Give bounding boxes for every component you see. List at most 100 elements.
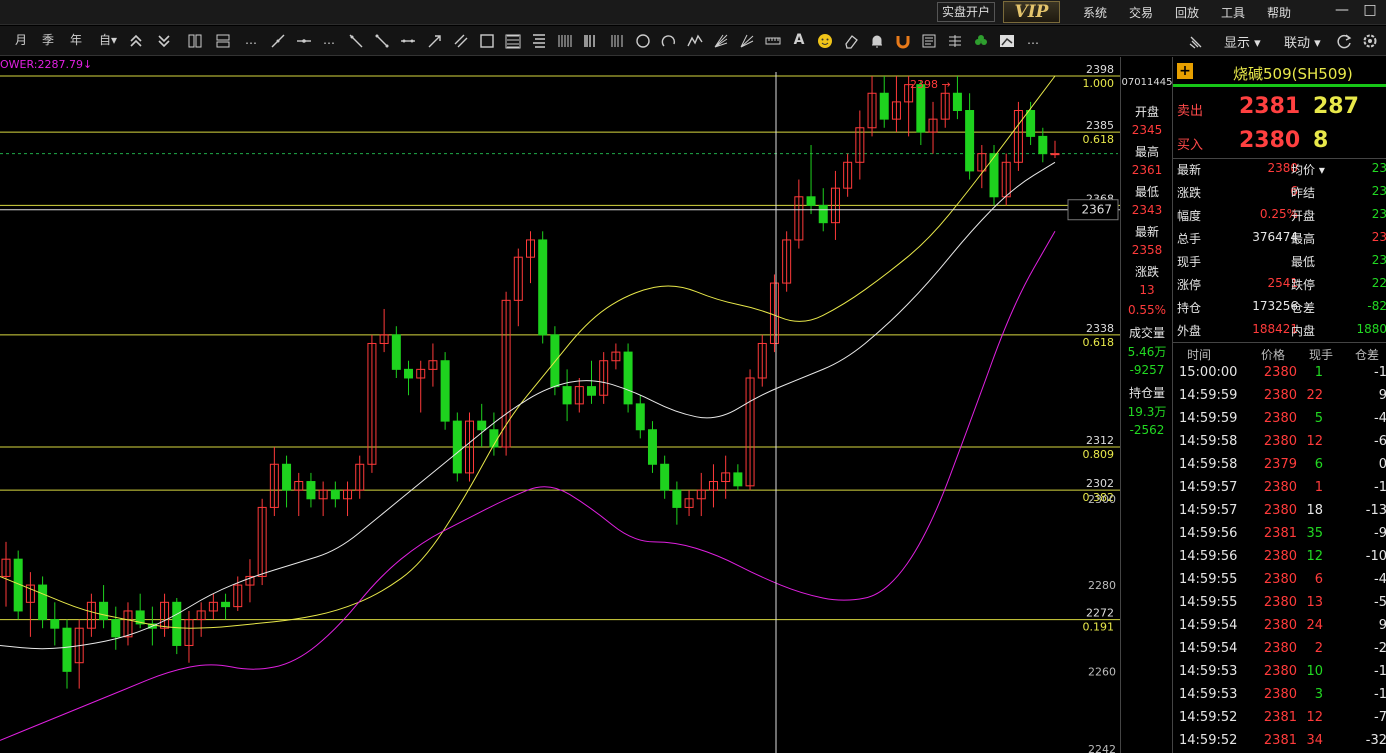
tick-time: 14:59:53 bbox=[1179, 664, 1238, 679]
fib-retracement-icon[interactable] bbox=[505, 32, 521, 50]
open-account-button[interactable]: 实盘开户 bbox=[937, 2, 995, 22]
stat-value: 23 bbox=[1371, 184, 1386, 198]
candle-body bbox=[623, 351, 633, 405]
candle-body bbox=[99, 601, 109, 621]
tick-oi-change: -13 bbox=[1365, 503, 1386, 518]
vip-button[interactable]: VIP bbox=[1003, 1, 1060, 23]
fib-time-icon[interactable] bbox=[583, 32, 599, 50]
segment-tool-icon[interactable] bbox=[374, 32, 390, 50]
tick-time: 14:59:53 bbox=[1179, 687, 1238, 702]
tick-volume: 6 bbox=[1314, 572, 1323, 587]
candle-body bbox=[306, 481, 316, 500]
refresh-icon[interactable] bbox=[1336, 32, 1352, 50]
tick-oi-change: -9 bbox=[1374, 526, 1386, 541]
period-month[interactable]: 月 bbox=[14, 32, 28, 50]
candlestick-chart[interactable]: 23981.00023850.61823680.80923380.6182312… bbox=[0, 57, 1120, 753]
wave-tool-icon[interactable] bbox=[687, 32, 703, 50]
tick-time: 14:59:59 bbox=[1179, 411, 1238, 426]
period-year[interactable]: 年 bbox=[69, 32, 83, 50]
menu-tools[interactable]: 工具 bbox=[1221, 4, 1245, 21]
tick-price: 2380 bbox=[1263, 595, 1297, 610]
candle-body bbox=[952, 92, 962, 112]
rectangle-tool-icon[interactable] bbox=[479, 32, 495, 50]
more-icon[interactable]: … bbox=[244, 32, 258, 50]
image-annotate-icon[interactable] bbox=[999, 32, 1015, 50]
emoji-icon[interactable] bbox=[817, 32, 833, 50]
bid-quote: 买入 2380 8 bbox=[1173, 125, 1386, 159]
dual-row-icon[interactable] bbox=[215, 32, 231, 50]
broom-icon[interactable] bbox=[1188, 32, 1204, 50]
dual-column-icon[interactable] bbox=[187, 32, 203, 50]
info-item: 2343 bbox=[1131, 203, 1163, 217]
notes-icon[interactable] bbox=[921, 32, 937, 50]
more-icon[interactable]: … bbox=[1026, 32, 1040, 50]
circle-tool-icon[interactable] bbox=[635, 32, 651, 50]
ruler-icon[interactable] bbox=[765, 32, 781, 50]
extended-line-icon[interactable] bbox=[400, 32, 416, 50]
menu-replay[interactable]: 回放 bbox=[1175, 4, 1199, 21]
gann-lines-icon[interactable] bbox=[609, 32, 625, 50]
clover-icon[interactable] bbox=[973, 32, 989, 50]
settings-icon[interactable] bbox=[1362, 32, 1378, 50]
fib-price-label: 2338 bbox=[1086, 322, 1114, 335]
tick-time: 14:59:59 bbox=[1179, 388, 1238, 403]
chevrons-up-icon[interactable] bbox=[128, 32, 144, 50]
candle-body bbox=[50, 619, 60, 629]
candle-body bbox=[562, 386, 572, 405]
tick-row: 14:59:58 2380 12 -6 bbox=[1173, 434, 1386, 457]
candle-body bbox=[477, 420, 487, 431]
menu-trade[interactable]: 交易 bbox=[1129, 4, 1153, 21]
tick-oi-change: 9 bbox=[1378, 388, 1386, 403]
tick-price: 2379 bbox=[1263, 457, 1297, 472]
maximize-button[interactable]: □ bbox=[1360, 2, 1380, 18]
tick-oi-change: -4 bbox=[1374, 411, 1386, 426]
fib-levels-icon[interactable] bbox=[531, 32, 547, 50]
arc-tool-icon[interactable] bbox=[661, 32, 677, 50]
tick-volume: 10 bbox=[1306, 664, 1323, 679]
link-menu[interactable]: 联动 ▾ bbox=[1284, 32, 1321, 51]
menu-system[interactable]: 系统 bbox=[1083, 4, 1107, 21]
minimize-button[interactable]: — bbox=[1332, 2, 1352, 18]
eraser-icon[interactable] bbox=[843, 32, 859, 50]
fib-ratio-label: 0.809 bbox=[1083, 448, 1115, 461]
chevrons-down-icon[interactable] bbox=[156, 32, 172, 50]
bell-icon[interactable] bbox=[869, 32, 885, 50]
ray-tool-icon[interactable] bbox=[348, 32, 364, 50]
tick-oi-change: -1 bbox=[1374, 687, 1386, 702]
period-custom[interactable]: 自▾ bbox=[97, 32, 119, 50]
line-tool-icon[interactable] bbox=[270, 32, 286, 50]
period-quarter[interactable]: 季 bbox=[41, 32, 55, 50]
col-price: 价格 bbox=[1261, 348, 1286, 362]
tick-list[interactable]: 时间 价格 现手 仓差 15:00:00 2380 1 -1 14:59:59 2380 2… bbox=[1173, 342, 1386, 748]
time-cycle-icon[interactable] bbox=[557, 32, 573, 50]
stat-label: 内盘 bbox=[1291, 324, 1316, 338]
hline-tool-icon[interactable] bbox=[296, 32, 312, 50]
parallel-channel-icon[interactable] bbox=[453, 32, 469, 50]
stat-value: 22 bbox=[1371, 276, 1386, 290]
magnet-icon[interactable] bbox=[895, 32, 911, 50]
tick-price: 2380 bbox=[1263, 687, 1297, 702]
display-menu[interactable]: 显示 ▾ bbox=[1224, 32, 1261, 51]
stat-label: 涨停 bbox=[1177, 278, 1202, 292]
menu-help[interactable]: 帮助 bbox=[1267, 4, 1291, 21]
info-item: 涨跌 bbox=[1134, 265, 1159, 279]
gann-fan-icon[interactable] bbox=[713, 32, 729, 50]
candle-body bbox=[672, 489, 682, 508]
stat-value: 23 bbox=[1371, 207, 1386, 221]
more-icon[interactable]: … bbox=[322, 32, 336, 50]
text-tool-icon[interactable]: A bbox=[791, 32, 807, 50]
info-item: 2358 bbox=[1131, 243, 1163, 257]
crosshair-list-icon[interactable] bbox=[947, 32, 963, 50]
tick-oi-change: -1 bbox=[1374, 480, 1386, 495]
tick-volume: 1 bbox=[1314, 365, 1323, 380]
arrow-tool-icon[interactable] bbox=[427, 32, 443, 50]
add-watchlist-icon[interactable]: + bbox=[1177, 63, 1193, 79]
axis-tick: 2280 bbox=[1088, 579, 1116, 592]
candle-body bbox=[62, 627, 72, 672]
tick-price: 2380 bbox=[1263, 572, 1297, 587]
tick-volume: 13 bbox=[1306, 595, 1323, 610]
candle-body bbox=[1038, 135, 1048, 155]
tick-oi-change: -1 bbox=[1374, 664, 1386, 679]
stat-value: 1880 bbox=[1356, 322, 1386, 336]
speed-fan-icon[interactable] bbox=[739, 32, 755, 50]
